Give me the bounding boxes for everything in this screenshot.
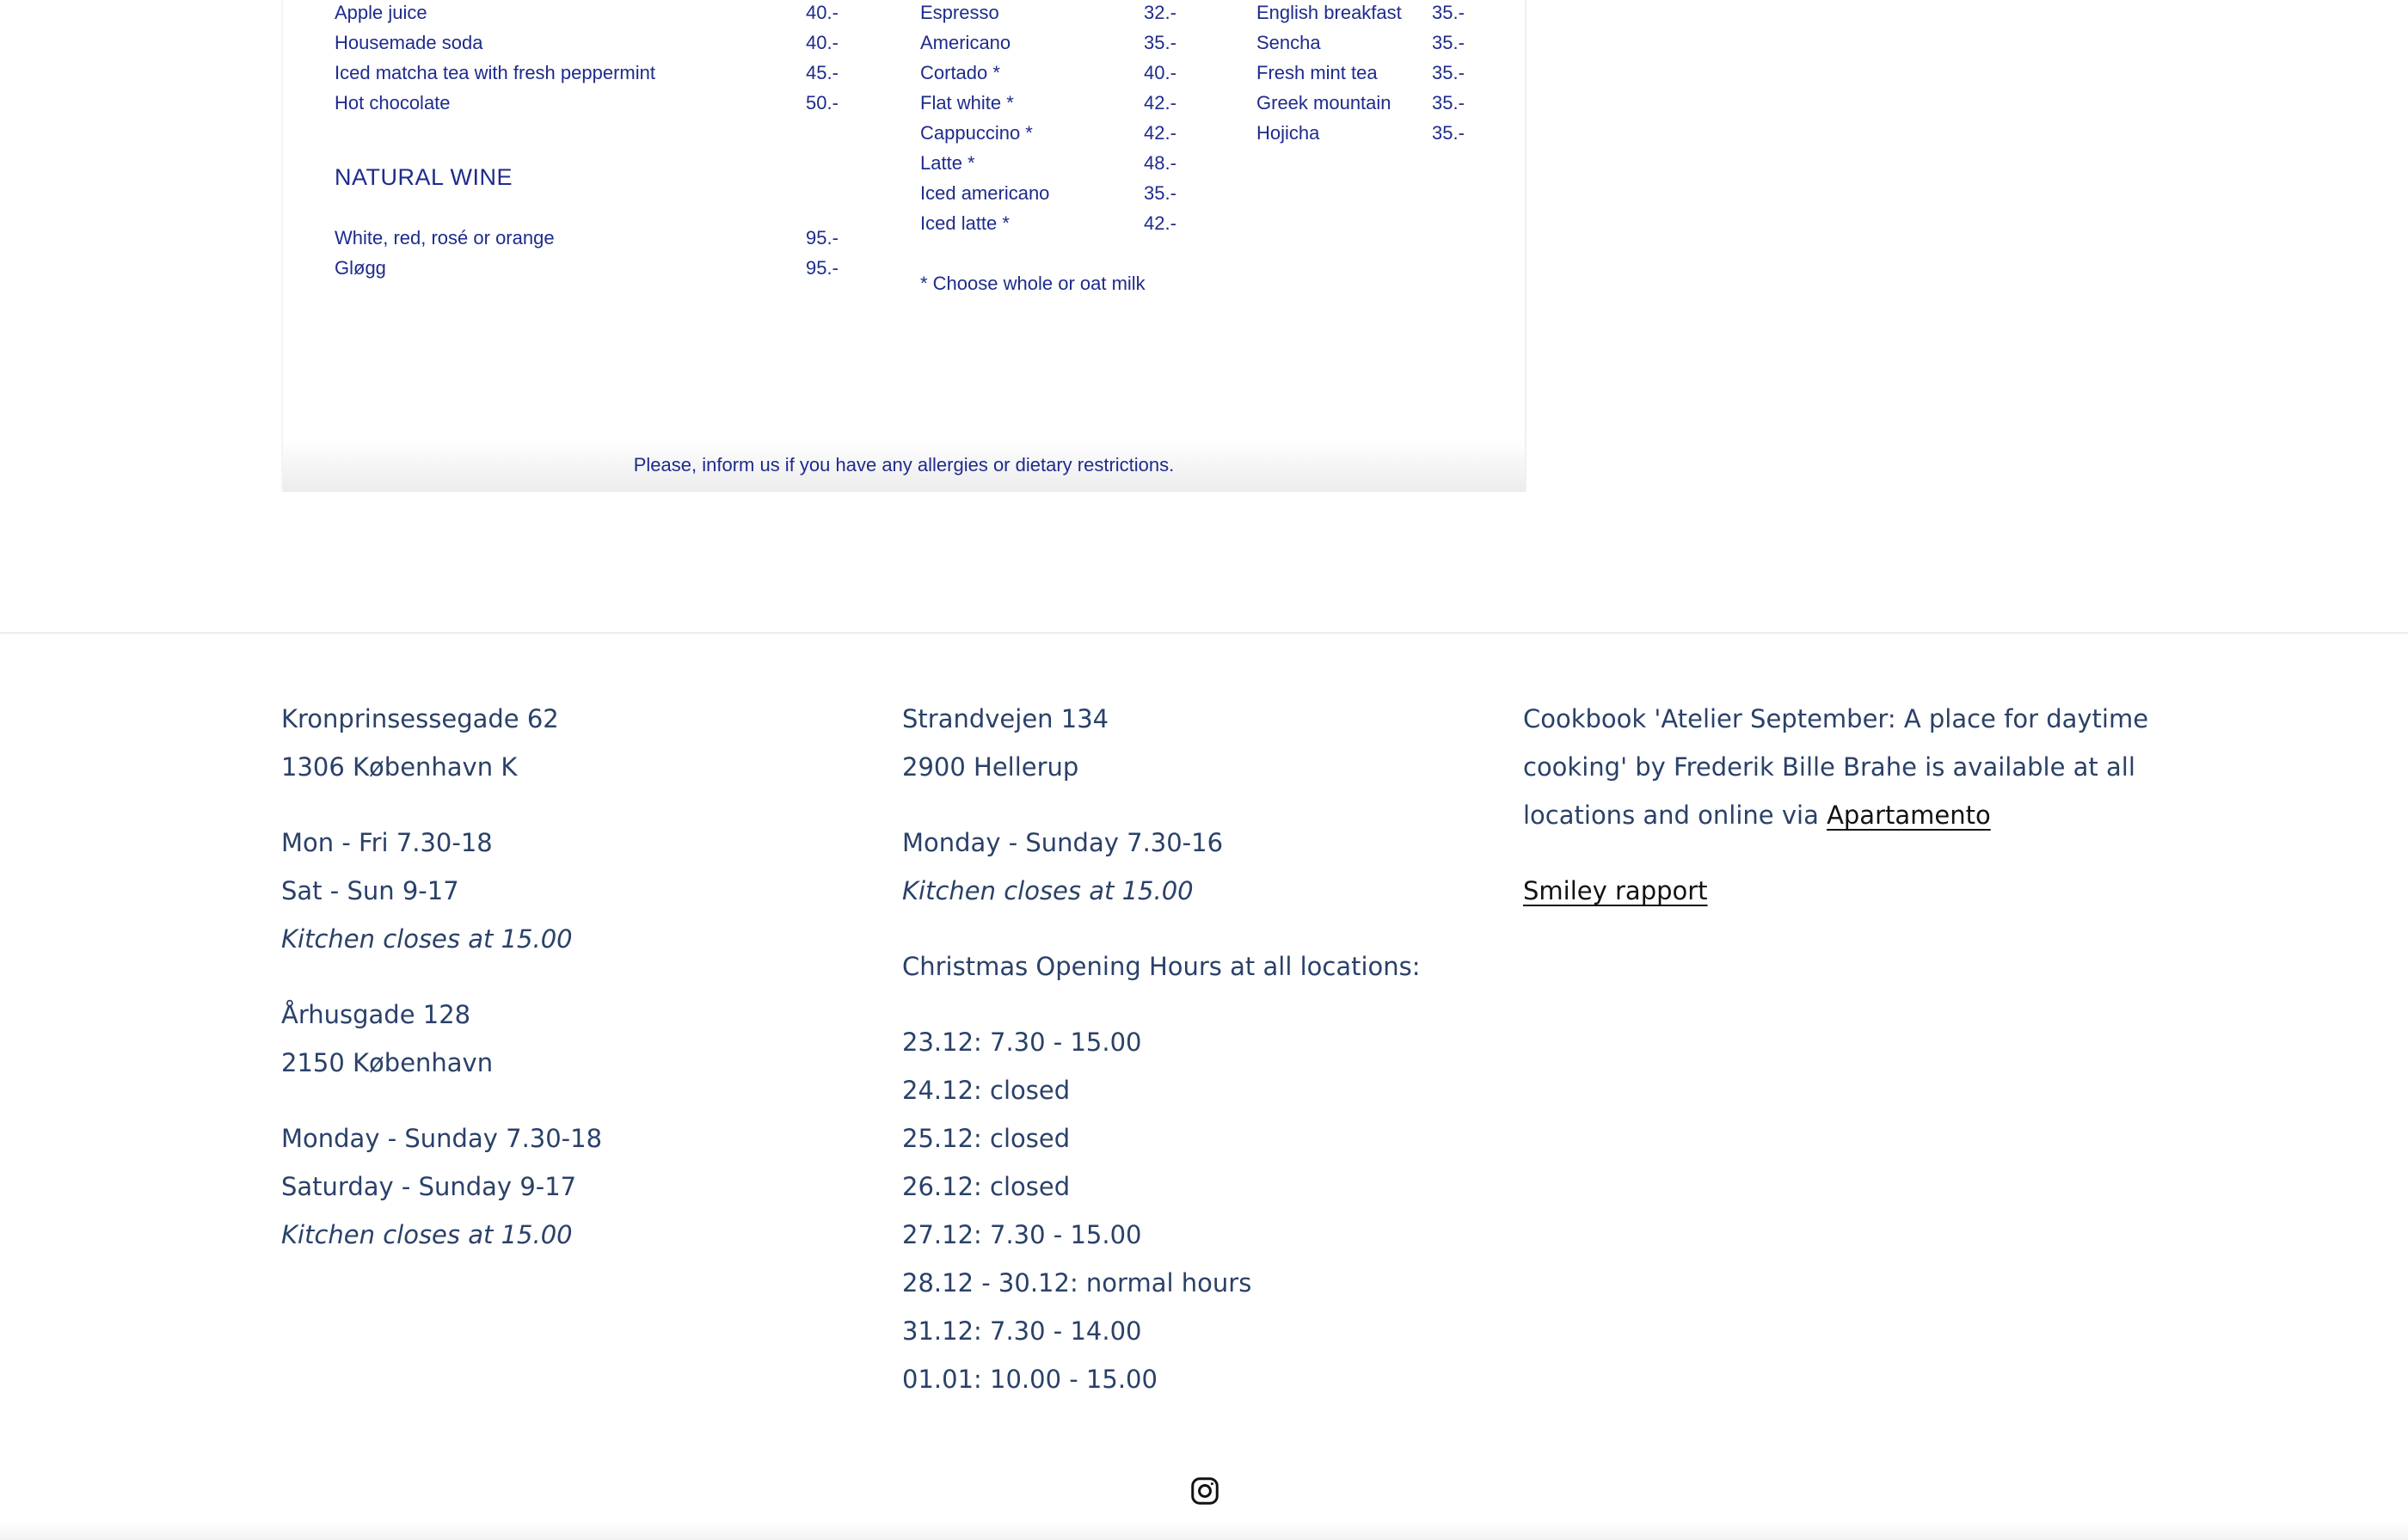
menu-item-price: 35.- [1432,122,1465,144]
menu-item-name: Cortado * [920,62,1000,83]
footer-column-cookbook: Cookbook 'Atelier September: A place for… [1523,695,2148,915]
bottom-shadow [0,1521,2408,1540]
menu-image: Apple juice 40.- Housemade soda 40.- Ice… [281,0,1526,492]
menu-item-price: 95.- [806,227,838,248]
menu-item-name: English breakfast [1256,2,1402,23]
smiley-rapport-link[interactable]: Smiley rapport [1523,876,1708,905]
footer-divider [0,632,2408,634]
menu-item-name: Greek mountain [1256,92,1391,114]
christmas-date: 31.12: 7.30 - 14.00 [902,1316,1142,1346]
menu-item-price: 35.- [1144,182,1176,204]
menu-item-price: 45.- [806,62,838,83]
menu-item-name: Flat white * [920,92,1014,114]
opening-hours: Saturday - Sunday 9-17 [281,1172,577,1201]
page: Apple juice 40.- Housemade soda 40.- Ice… [0,0,2408,1540]
menu-item-name: Iced latte * [920,212,1010,234]
location-city: 1306 København K [281,752,518,782]
menu-item-name: Fresh mint tea [1256,62,1378,83]
menu-item-price: 42.- [1144,212,1176,234]
cookbook-text: locations and online via Apartamento [1523,791,2148,839]
menu-item-price: 42.- [1144,92,1176,114]
menu-item-name: Gløgg [335,257,386,279]
kitchen-hours: Kitchen closes at 15.00 [281,1220,573,1249]
menu-item-name: Cappuccino * [920,122,1033,144]
menu-item-price: 40.- [1144,62,1176,83]
opening-hours: Monday - Sunday 7.30-16 [902,828,1224,857]
menu-item-name: Americano [920,32,1011,53]
menu-item-name: Latte * [920,152,975,174]
menu-item-price: 40.- [806,32,838,53]
location-city: 2150 København [281,1048,494,1077]
footer-column-locations: Kronprinsessegade 62 1306 København K Mo… [281,695,602,1259]
opening-hours: Sat - Sun 9-17 [281,876,459,905]
menu-item-price: 35.- [1432,62,1465,83]
menu-item-name: Hojicha [1256,122,1320,144]
allergy-banner: Please, inform us if you have any allerg… [283,439,1525,492]
christmas-heading: Christmas Opening Hours at all locations… [902,952,1421,981]
menu-item-price: 42.- [1144,122,1176,144]
opening-hours: Mon - Fri 7.30-18 [281,828,493,857]
cookbook-text: cooking' by Frederik Bille Brahe is avai… [1523,752,2135,782]
menu-item-price: 35.- [1432,2,1465,23]
menu-item-name: Housemade soda [335,32,483,53]
instagram-icon[interactable] [1189,1476,1220,1506]
menu-item-name: Iced matcha tea with fresh peppermint [335,62,655,83]
kitchen-hours: Kitchen closes at 15.00 [902,876,1194,905]
location-street: Århusgade 128 [281,1000,471,1029]
location-street: Strandvejen 134 [902,704,1109,733]
menu-item-name: Sencha [1256,32,1321,53]
menu-item-price: 48.- [1144,152,1176,174]
menu-item-price: 35.- [1432,92,1465,114]
menu-item-price: 40.- [806,2,838,23]
location-street: Kronprinsessegade 62 [281,704,559,733]
menu-item-price: 32.- [1144,2,1176,23]
christmas-date: 23.12: 7.30 - 15.00 [902,1028,1142,1057]
apartamento-link[interactable]: Apartamento [1827,801,1991,830]
christmas-date: 28.12 - 30.12: normal hours [902,1268,1252,1298]
location-city: 2900 Hellerup [902,752,1079,782]
opening-hours: Monday - Sunday 7.30-18 [281,1124,603,1153]
milk-note: * Choose whole or oat milk [920,273,1146,294]
menu-item-name: Apple juice [335,2,427,23]
menu-item-name: Iced americano [920,182,1050,204]
menu-item-price: 35.- [1432,32,1465,53]
menu-item-price: 50.- [806,92,838,114]
christmas-date: 25.12: closed [902,1124,1071,1153]
christmas-date: 01.01: 10.00 - 15.00 [902,1365,1158,1394]
menu-item-name: Espresso [920,2,999,23]
menu-item-price: 95.- [806,257,838,279]
christmas-date: 26.12: closed [902,1172,1071,1201]
christmas-date: 24.12: closed [902,1076,1071,1105]
footer-column-hellerup: Strandvejen 134 2900 Hellerup Monday - S… [902,695,1421,1403]
allergy-note: Please, inform us if you have any allerg… [633,454,1175,475]
smiley-rapport-row: Smiley rapport [1523,867,2148,915]
menu-item-name: White, red, rosé or orange [335,227,555,248]
cookbook-text-prefix: locations and online via [1523,801,1828,830]
menu-item-price: 35.- [1144,32,1176,53]
menu-item-name: Hot chocolate [335,92,451,114]
christmas-date: 27.12: 7.30 - 15.00 [902,1220,1142,1249]
wine-heading: NATURAL WINE [335,164,513,190]
cookbook-text: Cookbook 'Atelier September: A place for… [1523,704,2149,733]
kitchen-hours: Kitchen closes at 15.00 [281,924,573,954]
